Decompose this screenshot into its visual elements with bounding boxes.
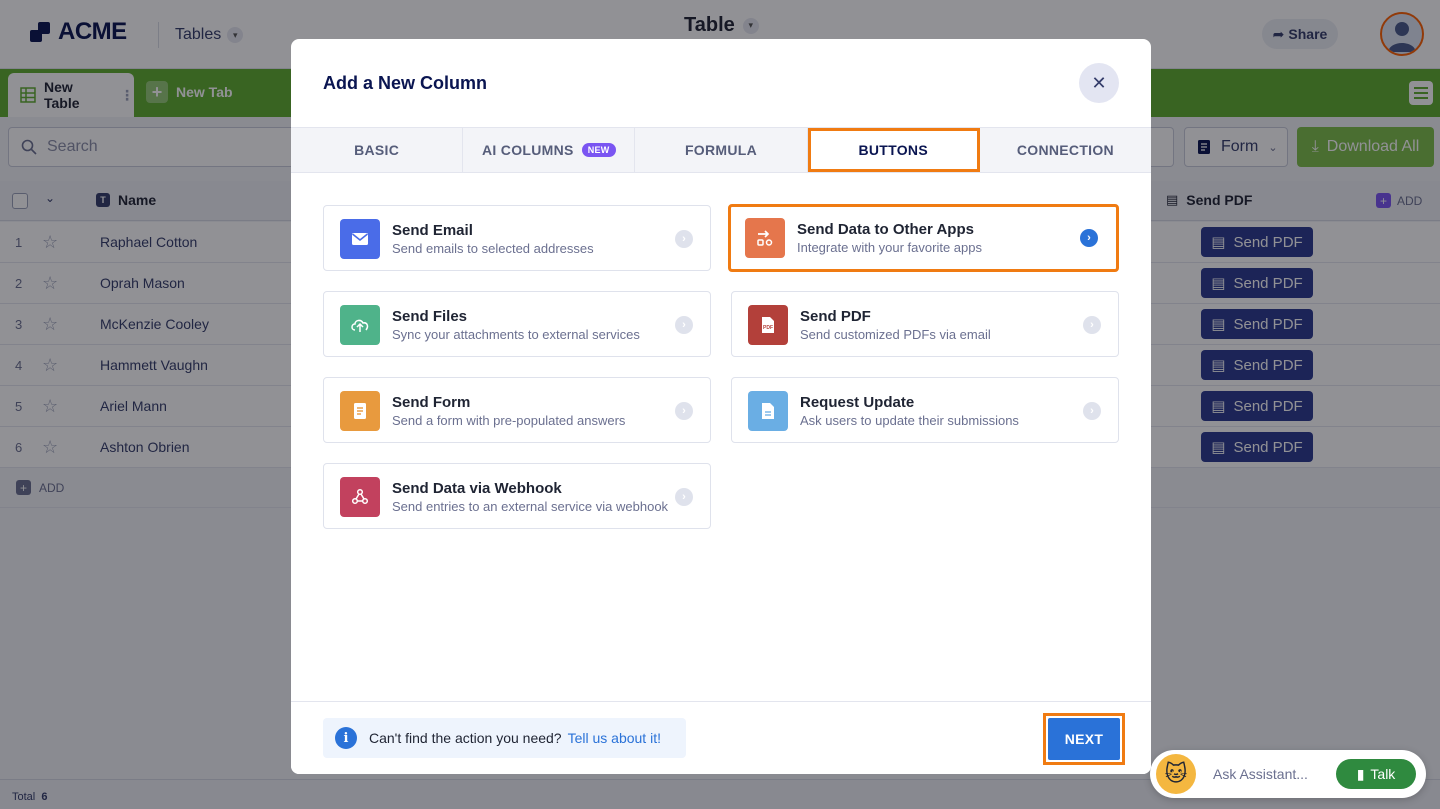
option-subtitle: Send entries to an external service via …	[392, 499, 669, 514]
cloud-upload-icon	[340, 305, 380, 345]
option-subtitle: Send a form with pre-populated answers	[392, 413, 626, 428]
option-title: Send Form	[392, 394, 471, 411]
close-icon: ✕	[1091, 72, 1107, 93]
chevron-right-icon: ›	[675, 230, 693, 248]
modal-tabs: BASIC AI COLUMNS NEW FORMULA BUTTONS CON…	[291, 127, 1151, 173]
help-banner: i Can't find the action you need? Tell u…	[323, 718, 686, 758]
chevron-right-icon: ›	[1083, 402, 1101, 420]
ask-assistant-label[interactable]: Ask Assistant...	[1213, 766, 1308, 782]
chevron-right-icon: ›	[675, 488, 693, 506]
option-subtitle: Sync your attachments to external servic…	[392, 327, 640, 342]
tab-ai-columns-label: AI COLUMNS	[482, 142, 574, 158]
option-send-pdf[interactable]: PDF Send PDF Send customized PDFs via em…	[731, 291, 1119, 357]
modal-title: Add a New Column	[323, 73, 488, 93]
tab-connection-label: CONNECTION	[1016, 142, 1114, 158]
next-button[interactable]: NEXT	[1048, 718, 1120, 760]
add-column-modal: Add a New Column ✕ BASIC AI COLUMNS NEW …	[291, 39, 1151, 774]
tab-formula[interactable]: FORMULA	[635, 128, 808, 172]
chevron-right-icon: ›	[1080, 229, 1098, 247]
ai-assistant-widget[interactable]: 🐱 Ask Assistant... ▮ Talk	[1150, 750, 1426, 798]
new-badge: NEW	[581, 143, 616, 157]
info-icon: i	[335, 727, 357, 749]
modal-footer: i Can't find the action you need? Tell u…	[291, 701, 1151, 774]
mail-icon	[340, 219, 380, 259]
option-send-files[interactable]: Send Files Sync your attachments to exte…	[323, 291, 711, 357]
option-title: Send Data to Other Apps	[797, 221, 974, 238]
option-send-webhook[interactable]: Send Data via Webhook Send entries to an…	[323, 463, 711, 529]
next-button-highlight: NEXT	[1043, 713, 1125, 765]
integration-icon	[745, 218, 785, 258]
option-subtitle: Send customized PDFs via email	[800, 327, 991, 342]
document-icon	[748, 391, 788, 431]
chevron-right-icon: ›	[675, 402, 693, 420]
option-send-email[interactable]: Send Email Send emails to selected addre…	[323, 205, 711, 271]
tell-us-link[interactable]: Tell us about it!	[568, 730, 661, 746]
tab-ai-columns[interactable]: AI COLUMNS NEW	[463, 128, 636, 172]
option-subtitle: Integrate with your favorite apps	[797, 240, 982, 255]
webhook-icon	[340, 477, 380, 517]
tab-basic-label: BASIC	[354, 142, 400, 158]
option-title: Send Email	[392, 222, 473, 239]
tab-basic[interactable]: BASIC	[291, 128, 464, 172]
option-title: Send Data via Webhook	[392, 480, 562, 497]
option-title: Send Files	[392, 308, 468, 325]
voice-bars-icon: ▮	[1356, 765, 1365, 782]
option-send-form[interactable]: Send Form Send a form with pre-populated…	[323, 377, 711, 443]
tab-buttons[interactable]: BUTTONS	[807, 128, 980, 172]
talk-button[interactable]: ▮ Talk	[1336, 759, 1416, 789]
option-title: Send PDF	[800, 308, 871, 325]
option-title: Request Update	[800, 394, 915, 411]
tab-connection[interactable]: CONNECTION	[980, 128, 1151, 172]
tab-formula-label: FORMULA	[684, 142, 758, 158]
chevron-right-icon: ›	[1083, 316, 1101, 334]
option-subtitle: Ask users to update their submissions	[800, 413, 1019, 428]
option-request-update[interactable]: Request Update Ask users to update their…	[731, 377, 1119, 443]
svg-text:PDF: PDF	[763, 325, 773, 331]
tab-buttons-label: BUTTONS	[858, 142, 928, 158]
option-send-data-other-apps[interactable]: Send Data to Other Apps Integrate with y…	[728, 204, 1119, 272]
pdf-icon: PDF	[748, 305, 788, 345]
close-button[interactable]: ✕	[1079, 63, 1119, 103]
help-text: Can't find the action you need?	[369, 730, 562, 746]
option-subtitle: Send emails to selected addresses	[392, 241, 594, 256]
chevron-right-icon: ›	[675, 316, 693, 334]
assistant-avatar-icon: 🐱	[1156, 754, 1196, 794]
form-icon	[340, 391, 380, 431]
talk-label: Talk	[1370, 766, 1396, 782]
